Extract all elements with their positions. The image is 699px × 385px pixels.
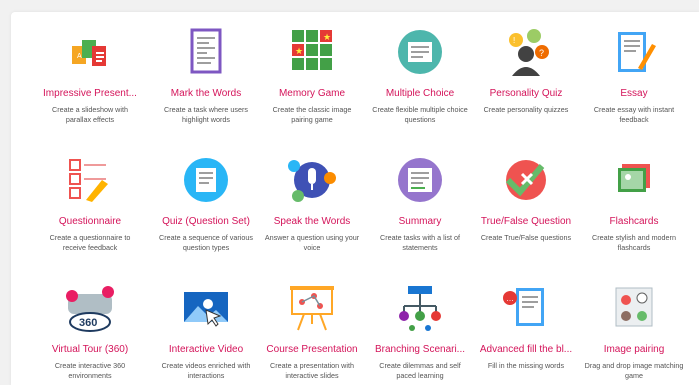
- speak-words-icon: [284, 156, 340, 204]
- question-set-icon: [178, 156, 234, 204]
- fill-blanks-icon: …: [498, 284, 554, 332]
- content-type-grid: A Impressive Present... Create a slidesh…: [11, 12, 699, 385]
- presentation-icon: A: [62, 28, 118, 76]
- card-title: Flashcards: [609, 216, 659, 227]
- card-description: Create a presentation with interactive s…: [270, 361, 354, 380]
- mark-words-icon: [178, 28, 234, 76]
- svg-text:A: A: [77, 53, 82, 60]
- card-title: Quiz (Question Set): [162, 216, 250, 227]
- content-type-card[interactable]: ★ ★ Memory Game Create the classic image…: [257, 28, 367, 125]
- card-description: Create a slideshow with parallax effects: [52, 105, 128, 124]
- card-description: Create a questionnaire to receive feedba…: [49, 233, 131, 252]
- content-type-card[interactable]: True/False Question Create True/False qu…: [471, 156, 581, 243]
- memory-game-icon: ★ ★: [284, 28, 340, 76]
- content-type-card[interactable]: Questionnaire Create a questionnaire to …: [35, 156, 145, 253]
- card-title: Image pairing: [603, 344, 665, 355]
- card-title: Questionnaire: [58, 216, 122, 227]
- card-title: Speak the Words: [273, 216, 351, 227]
- content-type-card[interactable]: Quiz (Question Set) Create a sequence of…: [151, 156, 261, 253]
- card-description: Fill in the missing words: [487, 361, 565, 370]
- card-description: Create True/False questions: [480, 233, 572, 242]
- card-description: Create essay with instant feedback: [593, 105, 675, 124]
- card-description: Drag and drop image matching game: [584, 361, 684, 380]
- true-false-icon: [498, 156, 554, 204]
- card-title: Memory Game: [278, 88, 346, 99]
- card-description: Create tasks with a list of statements: [380, 233, 460, 252]
- svg-text:?: ?: [539, 48, 544, 58]
- svg-text:!: !: [513, 36, 515, 45]
- content-type-card[interactable]: Multiple Choice Create flexible multiple…: [365, 28, 475, 125]
- card-title: Mark the Words: [170, 88, 242, 99]
- branching-scenario-icon: [392, 284, 448, 332]
- card-title: Personality Quiz: [489, 88, 563, 99]
- content-type-card[interactable]: Course Presentation Create a presentatio…: [257, 284, 367, 381]
- svg-text:360: 360: [79, 317, 97, 329]
- content-type-card[interactable]: Image pairing Drag and drop image matchi…: [579, 284, 689, 381]
- content-type-card[interactable]: ? ! Personality Quiz Create personality …: [471, 28, 581, 115]
- card-title: True/False Question: [480, 216, 572, 227]
- card-description: Create the classic image pairing game: [272, 105, 352, 124]
- content-type-card[interactable]: Essay Create essay with instant feedback: [579, 28, 689, 125]
- card-title: Advanced fill the bl...: [479, 344, 573, 355]
- card-title: Multiple Choice: [385, 88, 455, 99]
- card-description: Create personality quizzes: [483, 105, 569, 114]
- summary-icon: [392, 156, 448, 204]
- flashcards-icon: [606, 156, 662, 204]
- image-pairing-icon: [606, 284, 662, 332]
- virtual-tour-icon: 360: [62, 284, 118, 332]
- svg-text:★: ★: [323, 32, 331, 42]
- content-type-card[interactable]: Branching Scenari... Create dilemmas and…: [365, 284, 475, 381]
- card-description: Create videos enriched with interactions: [161, 361, 251, 380]
- card-description: Create stylish and modern flashcards: [592, 233, 676, 252]
- content-type-card[interactable]: Summary Create tasks with a list of stat…: [365, 156, 475, 253]
- card-description: Create flexible multiple choice question…: [372, 105, 468, 124]
- content-type-panel: A Impressive Present... Create a slidesh…: [11, 12, 699, 385]
- card-title: Summary: [398, 216, 442, 227]
- svg-text:…: …: [506, 294, 514, 303]
- card-title: Interactive Video: [168, 344, 244, 355]
- questionnaire-icon: [62, 156, 118, 204]
- card-description: Create a sequence of various question ty…: [159, 233, 253, 252]
- card-title: Branching Scenari...: [374, 344, 466, 355]
- card-title: Course Presentation: [266, 344, 358, 355]
- content-type-card[interactable]: Flashcards Create stylish and modern fla…: [579, 156, 689, 253]
- content-type-card[interactable]: Interactive Video Create videos enriched…: [151, 284, 261, 381]
- content-type-card[interactable]: … Advanced fill the bl... Fill in the mi…: [471, 284, 581, 371]
- content-type-card[interactable]: Mark the Words Create a task where users…: [151, 28, 261, 125]
- svg-text:★: ★: [295, 46, 303, 56]
- card-title: Essay: [620, 88, 648, 99]
- card-description: Create interactive 360 environments: [54, 361, 126, 380]
- content-type-card[interactable]: A Impressive Present... Create a slidesh…: [35, 28, 145, 125]
- content-type-card[interactable]: 360 Virtual Tour (360) Create interactiv…: [35, 284, 145, 381]
- course-presentation-icon: [284, 284, 340, 332]
- content-type-card[interactable]: Speak the Words Answer a question using …: [257, 156, 367, 253]
- card-description: Create dilemmas and self paced learning: [379, 361, 461, 380]
- card-description: Answer a question using your voice: [264, 233, 360, 252]
- interactive-video-icon: [178, 284, 234, 332]
- card-title: Virtual Tour (360): [51, 344, 129, 355]
- essay-icon: [606, 28, 662, 76]
- card-description: Create a task where users highlight word…: [164, 105, 248, 124]
- card-title: Impressive Present...: [43, 88, 137, 99]
- personality-quiz-icon: ? !: [498, 28, 554, 76]
- multiple-choice-icon: [392, 28, 448, 76]
